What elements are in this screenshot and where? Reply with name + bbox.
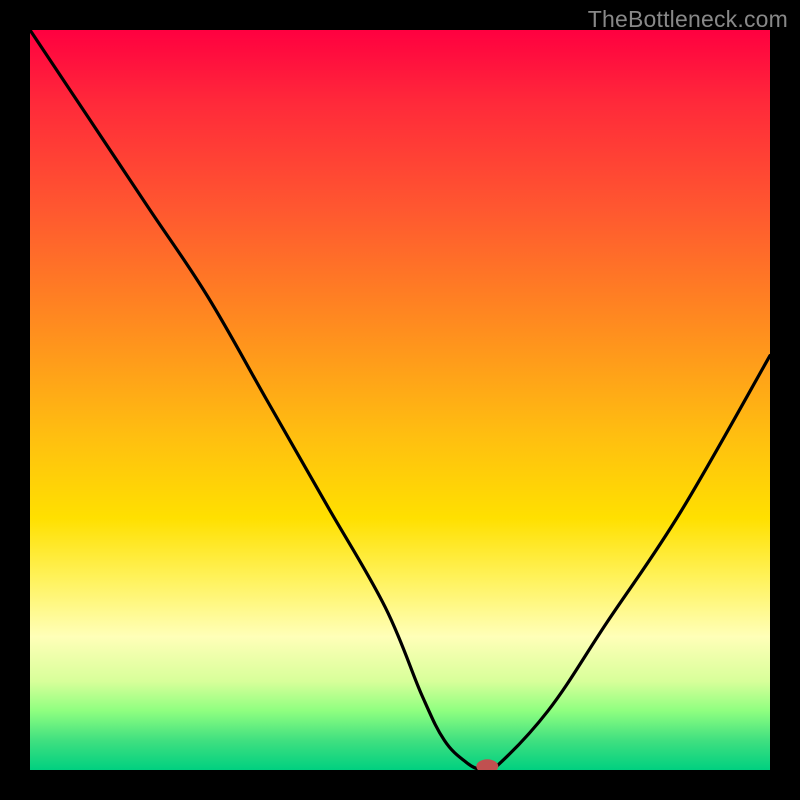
plot-area bbox=[30, 30, 770, 770]
chart-frame: TheBottleneck.com bbox=[0, 0, 800, 800]
minimum-marker bbox=[476, 759, 498, 770]
bottleneck-curve bbox=[30, 30, 770, 770]
curve-svg bbox=[30, 30, 770, 770]
watermark-text: TheBottleneck.com bbox=[588, 6, 788, 33]
